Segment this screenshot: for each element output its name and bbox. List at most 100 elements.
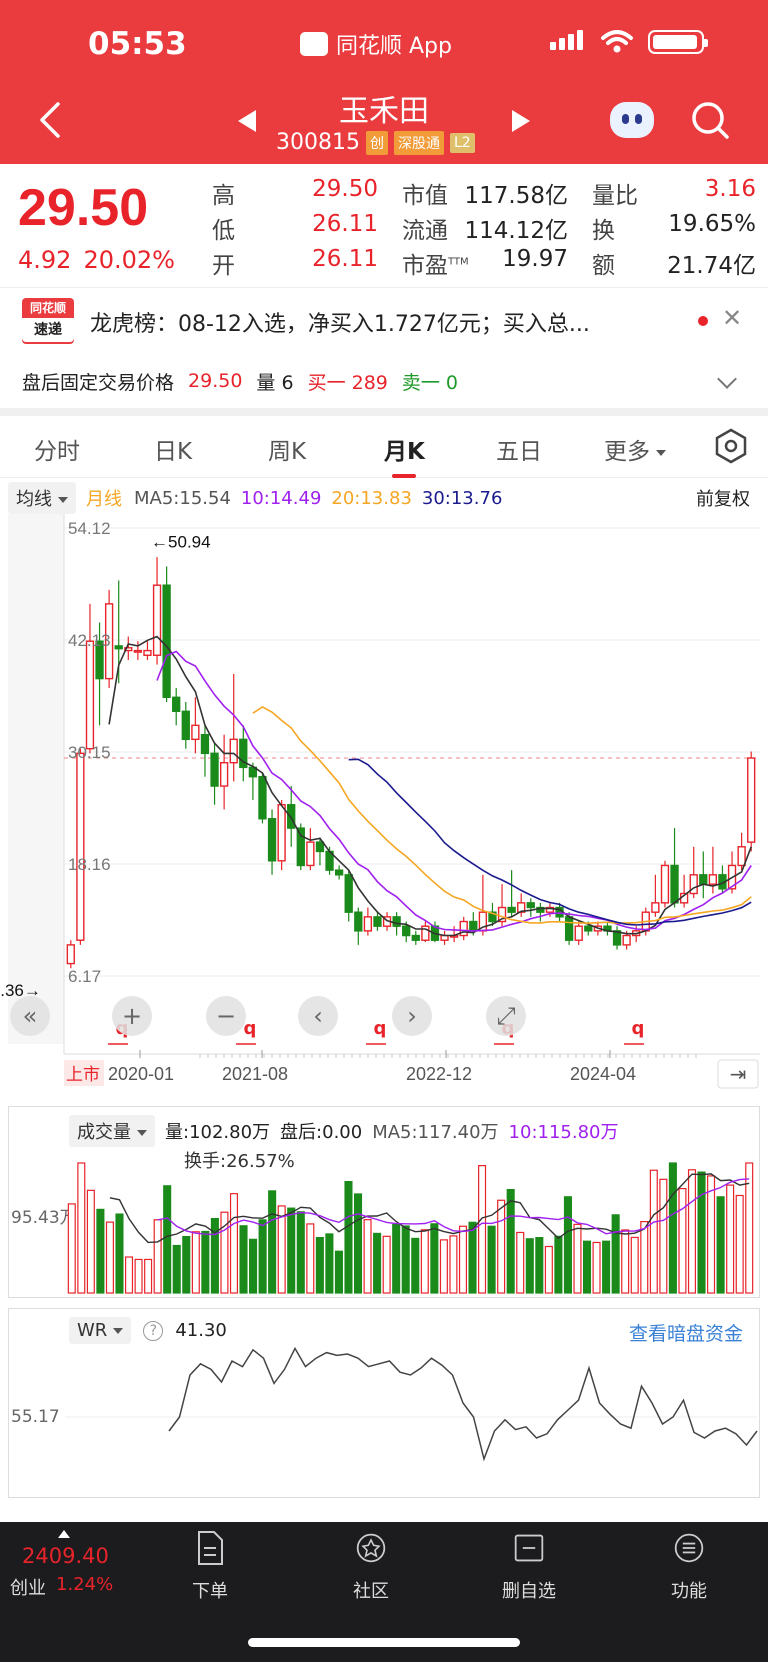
volume-bar: [153, 1219, 162, 1294]
double-chevron-left-icon-glyph: «: [23, 1002, 38, 1030]
news-unread-dot: [698, 316, 708, 326]
news-ticker[interactable]: 同花顺 速递 龙虎榜：08-12入选，净买入1.727亿元；买入总...: [0, 288, 768, 354]
volume-bar: [735, 1194, 744, 1294]
volume-bar: [516, 1231, 525, 1294]
up-arrow-icon: [58, 1530, 70, 1538]
status-app-name[interactable]: 同花顺 App: [300, 28, 452, 60]
volume-bar: [554, 1235, 563, 1294]
volume-bar: [611, 1214, 620, 1294]
y-tick-label: 6.17: [68, 967, 101, 986]
stock-code: 300815: [276, 130, 360, 155]
prev-candle-button-glyph: ‹: [313, 1002, 323, 1030]
low-label: 低: [212, 218, 235, 244]
candle-body: [152, 584, 162, 656]
amount-value: 21.74亿: [667, 253, 756, 279]
double-chevron-left-icon[interactable]: «: [10, 996, 50, 1036]
active-tab-indicator: [392, 474, 416, 478]
index-value[interactable]: 2409.40: [22, 1544, 109, 1568]
adjust-mode[interactable]: 前复权: [696, 485, 750, 511]
tab-intraday[interactable]: 分时: [34, 432, 80, 466]
tag-l2: L2: [449, 132, 475, 153]
tab-weekly-k[interactable]: 周K: [268, 432, 306, 466]
next-stock-icon[interactable]: [512, 110, 530, 132]
volume-bar: [487, 1225, 496, 1294]
prev-candle-button[interactable]: ‹: [298, 996, 338, 1036]
volume-bar: [239, 1225, 248, 1294]
status-time: 05:53: [88, 26, 187, 62]
nav-order[interactable]: 下单: [165, 1530, 255, 1603]
candle-body: [258, 776, 267, 820]
volume-bar: [420, 1229, 429, 1294]
search-icon[interactable]: [690, 100, 730, 140]
zoom-in-button[interactable]: +: [112, 996, 152, 1036]
candle-body: [699, 874, 708, 885]
event-marker: q: [374, 1018, 387, 1039]
candle-body: [66, 944, 75, 965]
menu-circle-icon: [674, 1533, 704, 1563]
tab-monthly-k[interactable]: 月K: [384, 432, 425, 466]
candle-body: [747, 757, 756, 843]
ma20-value: 20:13.83: [331, 487, 412, 509]
indicator-dropdown[interactable]: 均线: [8, 482, 76, 514]
nav-functions-label: 功能: [671, 1581, 707, 1602]
volume-bar: [67, 1203, 76, 1294]
float-value: 114.12亿: [464, 218, 568, 244]
nav-functions[interactable]: 功能: [644, 1530, 734, 1603]
candle-body: [651, 902, 660, 913]
volume-bar: [277, 1205, 286, 1294]
volume-bar: [392, 1223, 401, 1294]
turnover-value: 19.65%: [668, 211, 756, 237]
x-tick-label: 2024-04: [570, 1064, 636, 1084]
nav-community[interactable]: 社区: [326, 1530, 416, 1603]
document-icon: [198, 1531, 223, 1565]
event-marker: q: [244, 1018, 257, 1039]
volume-bar: [544, 1245, 553, 1294]
fullscreen-button[interactable]: ⤢: [486, 996, 526, 1036]
ma-legend-row: 均线 月线 MA5:15.54 10:14.49 20:13.83 30:13.…: [0, 482, 768, 514]
change-amount: 4.92: [18, 246, 72, 274]
nav-remove-watchlist[interactable]: 删自选: [484, 1530, 574, 1603]
news-logo: 同花顺 速递: [22, 298, 74, 344]
next-candle-button-glyph: ›: [407, 1002, 417, 1030]
candle-body: [306, 841, 315, 867]
app-header: 05:53 同花顺 App 玉禾田 300815 创 深股通 L2: [0, 0, 768, 164]
volume-bar: [668, 1162, 677, 1294]
amount-label: 额: [592, 253, 615, 279]
candle-body: [469, 920, 478, 932]
volume-bar: [144, 1258, 153, 1294]
close-icon[interactable]: ✕: [722, 304, 742, 332]
listing-label: 上市: [66, 1065, 100, 1085]
battery-icon: [648, 30, 708, 54]
wr-panel[interactable]: WR ? 41.30 查看暗盘资金 55.17: [8, 1308, 760, 1498]
prev-stock-icon[interactable]: [238, 110, 256, 132]
after-hours-sell1: 卖一 0: [401, 371, 459, 394]
tab-five-day[interactable]: 五日: [496, 432, 542, 466]
volume-bar: [86, 1189, 95, 1294]
next-candle-button[interactable]: ›: [392, 996, 432, 1036]
tab-more[interactable]: 更多: [604, 432, 666, 466]
volume-bar: [287, 1207, 296, 1294]
volume-panel[interactable]: 成交量 量:102.80万 盘后:0.00 MA5:117.40万 10:115…: [8, 1106, 760, 1298]
ma5-value: MA5:15.54: [134, 487, 231, 509]
candle-body: [354, 911, 363, 932]
volume-bar: [163, 1185, 172, 1294]
news-text: 龙虎榜：08-12入选，净买入1.727亿元；买入总...: [90, 312, 590, 337]
zoom-out-button[interactable]: −: [206, 996, 246, 1036]
volume-bar: [258, 1219, 267, 1294]
monthly-k-chart[interactable]: 54.1242.1330.1518.166.17←50.949.36→上市202…: [0, 514, 768, 1094]
settings-hex-icon[interactable]: [714, 428, 748, 464]
volume-bar: [134, 1258, 143, 1294]
candle-body: [191, 724, 200, 741]
candle-body: [287, 804, 296, 829]
candle-body: [210, 752, 219, 787]
tab-daily-k[interactable]: 日K: [154, 432, 192, 466]
ai-robot-icon[interactable]: [610, 102, 654, 138]
volume-bar: [325, 1233, 334, 1294]
volratio-label: 量比: [592, 183, 638, 209]
candle-body: [133, 649, 143, 653]
volume-bar: [687, 1169, 697, 1294]
volume-bar: [602, 1240, 611, 1294]
after-hours-row[interactable]: 盘后固定交易价格 29.50 量 6 买一 289 卖一 0: [0, 354, 768, 408]
candle-body: [411, 934, 420, 941]
volume-bar: [363, 1219, 372, 1294]
